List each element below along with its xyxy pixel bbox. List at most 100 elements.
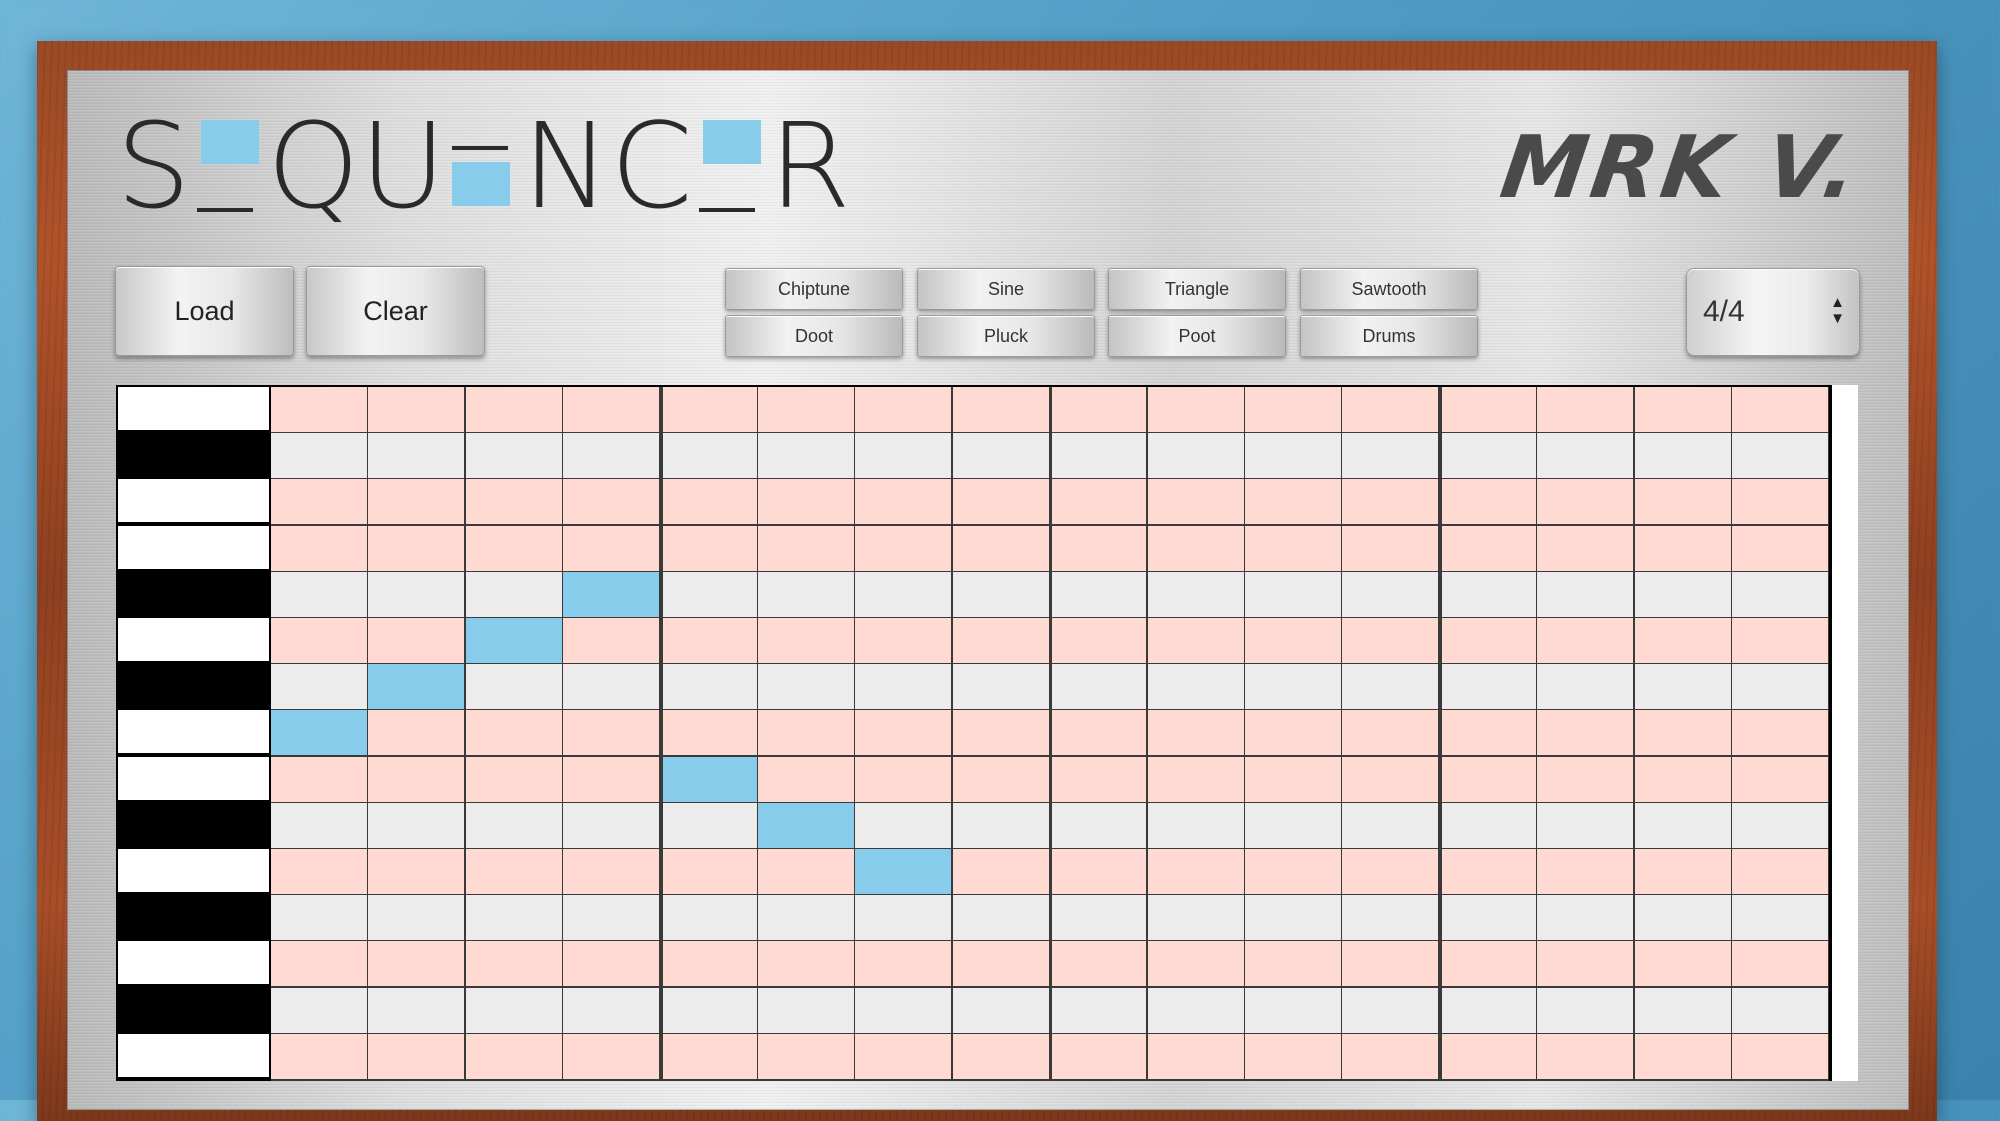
step-cell[interactable] (368, 618, 465, 663)
step-cell[interactable] (465, 387, 562, 432)
step-cell[interactable] (1052, 941, 1147, 987)
step-cell[interactable] (1634, 664, 1731, 710)
step-cell[interactable] (563, 618, 660, 663)
step-cell[interactable] (465, 479, 562, 525)
step-cell[interactable] (758, 941, 854, 987)
step-cell[interactable] (1147, 1033, 1244, 1079)
step-cell[interactable] (1732, 479, 1828, 525)
step-cell[interactable] (1441, 664, 1536, 710)
step-cell[interactable] (1147, 895, 1244, 941)
step-cell[interactable] (952, 802, 1049, 848)
step-cell[interactable] (563, 802, 660, 848)
instrument-button-pluck[interactable]: Pluck (917, 315, 1095, 357)
step-cell[interactable] (758, 849, 854, 894)
step-cell[interactable] (1342, 710, 1439, 756)
step-cell[interactable] (1732, 571, 1828, 617)
step-cell[interactable] (952, 433, 1049, 479)
step-cell[interactable] (271, 433, 367, 479)
step-cell[interactable] (465, 433, 562, 479)
step-cell[interactable] (1342, 525, 1439, 571)
step-cell[interactable] (855, 710, 952, 756)
step-cell[interactable] (1147, 664, 1244, 710)
step-cell[interactable] (1147, 525, 1244, 571)
step-cell[interactable] (271, 525, 367, 571)
grid-scrollbar[interactable] (1830, 385, 1858, 1081)
instrument-button-chiptune[interactable]: Chiptune (725, 268, 903, 310)
step-cell[interactable] (662, 433, 757, 479)
instrument-button-drums[interactable]: Drums (1300, 315, 1478, 357)
step-cell[interactable] (1537, 479, 1634, 525)
step-cell[interactable] (1245, 1033, 1341, 1079)
step-cell[interactable] (662, 710, 757, 756)
step-cell[interactable] (1342, 895, 1439, 941)
step-cell[interactable] (271, 664, 367, 710)
step-cell[interactable] (368, 571, 465, 617)
step-cell[interactable] (1537, 525, 1634, 571)
step-cell[interactable] (952, 664, 1049, 710)
step-cell[interactable] (1245, 479, 1341, 525)
step-cell[interactable] (368, 756, 465, 802)
step-cell[interactable] (1342, 756, 1439, 802)
step-cell[interactable] (855, 756, 952, 802)
step-cell[interactable] (1634, 479, 1731, 525)
step-cell[interactable] (952, 525, 1049, 571)
step-cell[interactable] (855, 571, 952, 617)
step-cell-active[interactable] (563, 571, 660, 617)
step-cell[interactable] (1441, 941, 1536, 987)
step-cell[interactable] (465, 802, 562, 848)
step-cell[interactable] (1147, 941, 1244, 987)
step-cell[interactable] (1634, 387, 1731, 432)
step-cell[interactable] (465, 987, 562, 1033)
step-cell[interactable] (1245, 987, 1341, 1033)
step-cell[interactable] (1441, 895, 1536, 941)
step-cell[interactable] (855, 525, 952, 571)
step-cell[interactable] (1537, 756, 1634, 802)
instrument-button-doot[interactable]: Doot (725, 315, 903, 357)
step-cell[interactable] (1342, 433, 1439, 479)
step-cell[interactable] (1441, 1033, 1536, 1079)
step-cell[interactable] (1052, 756, 1147, 802)
step-cell[interactable] (758, 664, 854, 710)
step-cell[interactable] (1441, 987, 1536, 1033)
step-cell[interactable] (1732, 664, 1828, 710)
step-cell[interactable] (952, 895, 1049, 941)
step-cell[interactable] (271, 387, 367, 432)
step-cell[interactable] (855, 664, 952, 710)
step-cell[interactable] (1634, 571, 1731, 617)
step-cell[interactable] (1634, 710, 1731, 756)
step-cell[interactable] (758, 618, 854, 663)
step-cell[interactable] (1342, 618, 1439, 663)
step-cell[interactable] (1634, 941, 1731, 987)
step-cell[interactable] (368, 479, 465, 525)
step-cell[interactable] (855, 941, 952, 987)
step-cell[interactable] (1634, 433, 1731, 479)
step-cell[interactable] (1537, 618, 1634, 663)
step-cell[interactable] (1245, 710, 1341, 756)
step-cell[interactable] (758, 710, 854, 756)
step-cell[interactable] (465, 525, 562, 571)
step-cell[interactable] (271, 895, 367, 941)
step-cell[interactable] (1441, 802, 1536, 848)
step-cell[interactable] (1342, 1033, 1439, 1079)
step-cell[interactable] (1147, 756, 1244, 802)
step-cell[interactable] (1634, 802, 1731, 848)
step-cell[interactable] (1052, 987, 1147, 1033)
step-cell[interactable] (1537, 895, 1634, 941)
step-cell[interactable] (465, 1033, 562, 1079)
step-cell[interactable] (662, 664, 757, 710)
step-cell[interactable] (1245, 387, 1341, 432)
step-cell[interactable] (563, 525, 660, 571)
step-cell[interactable] (465, 710, 562, 756)
step-cell[interactable] (1342, 571, 1439, 617)
step-cell[interactable] (1147, 571, 1244, 617)
instrument-button-triangle[interactable]: Triangle (1108, 268, 1286, 310)
step-cell[interactable] (1052, 479, 1147, 525)
step-cell[interactable] (758, 387, 854, 432)
step-cell[interactable] (662, 618, 757, 663)
step-cell[interactable] (1537, 802, 1634, 848)
step-cell-active[interactable] (465, 618, 562, 663)
step-cell[interactable] (1732, 710, 1828, 756)
step-cell[interactable] (1342, 802, 1439, 848)
step-cell[interactable] (1732, 433, 1828, 479)
step-cell[interactable] (1732, 618, 1828, 663)
